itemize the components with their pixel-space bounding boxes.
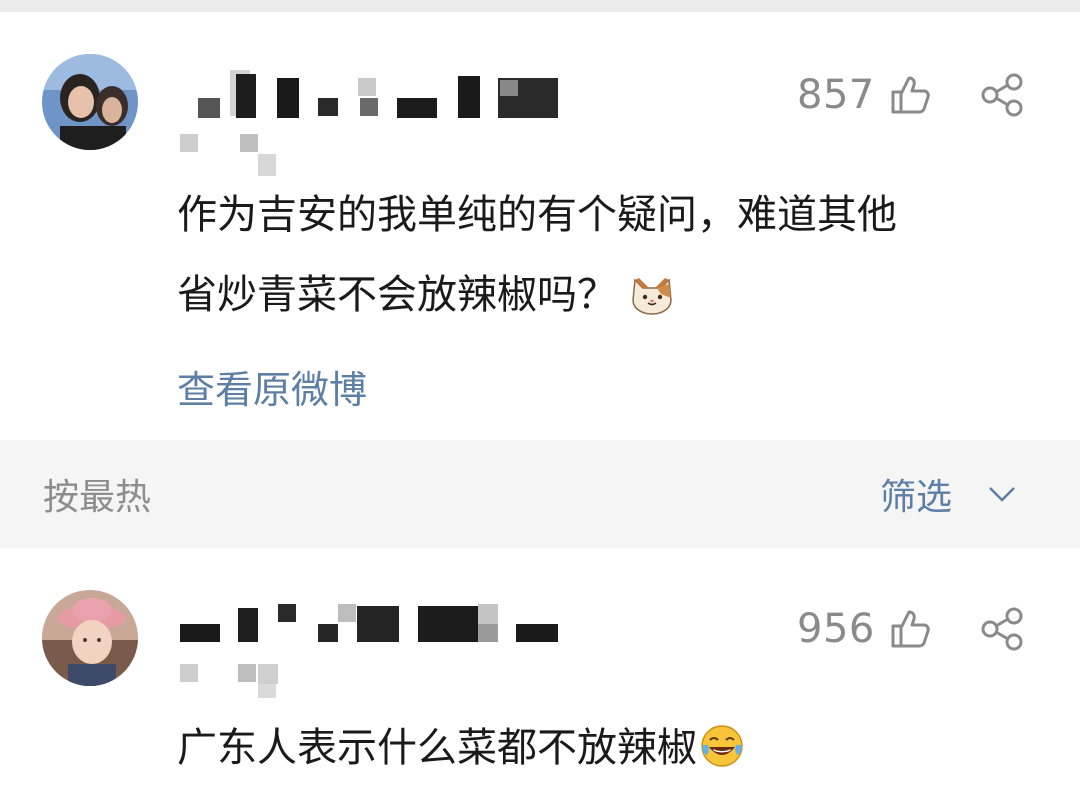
cat-face-emoji [632,278,672,315]
share-icon[interactable] [977,70,1027,120]
comment-stats: 956 [797,604,1027,654]
comment-text-line-content: 省炒青菜不会放辣椒吗？ [177,272,617,318]
filter-label: 筛选 [880,477,953,518]
thumbs-up-icon[interactable] [887,606,933,652]
comment-stats: 857 [797,70,1027,120]
share-icon[interactable] [977,604,1027,654]
comment-text-content: 广东人表示什么菜都不放辣椒 [177,725,697,771]
comment-text-line: 省炒青菜不会放辣椒吗？ [177,255,897,335]
like-count: 857 [797,72,875,118]
avatar[interactable] [42,590,138,686]
filter-button[interactable]: 筛选 [880,468,1020,520]
sort-by-hot-label[interactable]: 按最热 [43,468,151,520]
comment-text: 广东人表示什么菜都不放辣椒 [177,708,745,788]
laughing-tears-emoji [701,725,743,767]
avatar[interactable] [42,54,138,150]
comment-card: 956 广东人表示什么菜都不放辣椒 [0,548,1080,802]
view-original-link[interactable]: 查看原微博 [177,359,367,414]
chevron-down-icon [989,487,1015,502]
comment-text-line: 作为吉安的我单纯的有个疑问，难道其他 [177,192,897,238]
comment-card: 857 作为吉安的我单纯的有个疑问，难道其他 省炒青菜不会放辣椒吗？ 查看原微博 [0,12,1080,440]
top-divider [0,0,1080,12]
comment-text: 作为吉安的我单纯的有个疑问，难道其他 省炒青菜不会放辣椒吗？ [177,175,897,335]
like-count: 956 [797,606,875,652]
thumbs-up-icon[interactable] [887,72,933,118]
